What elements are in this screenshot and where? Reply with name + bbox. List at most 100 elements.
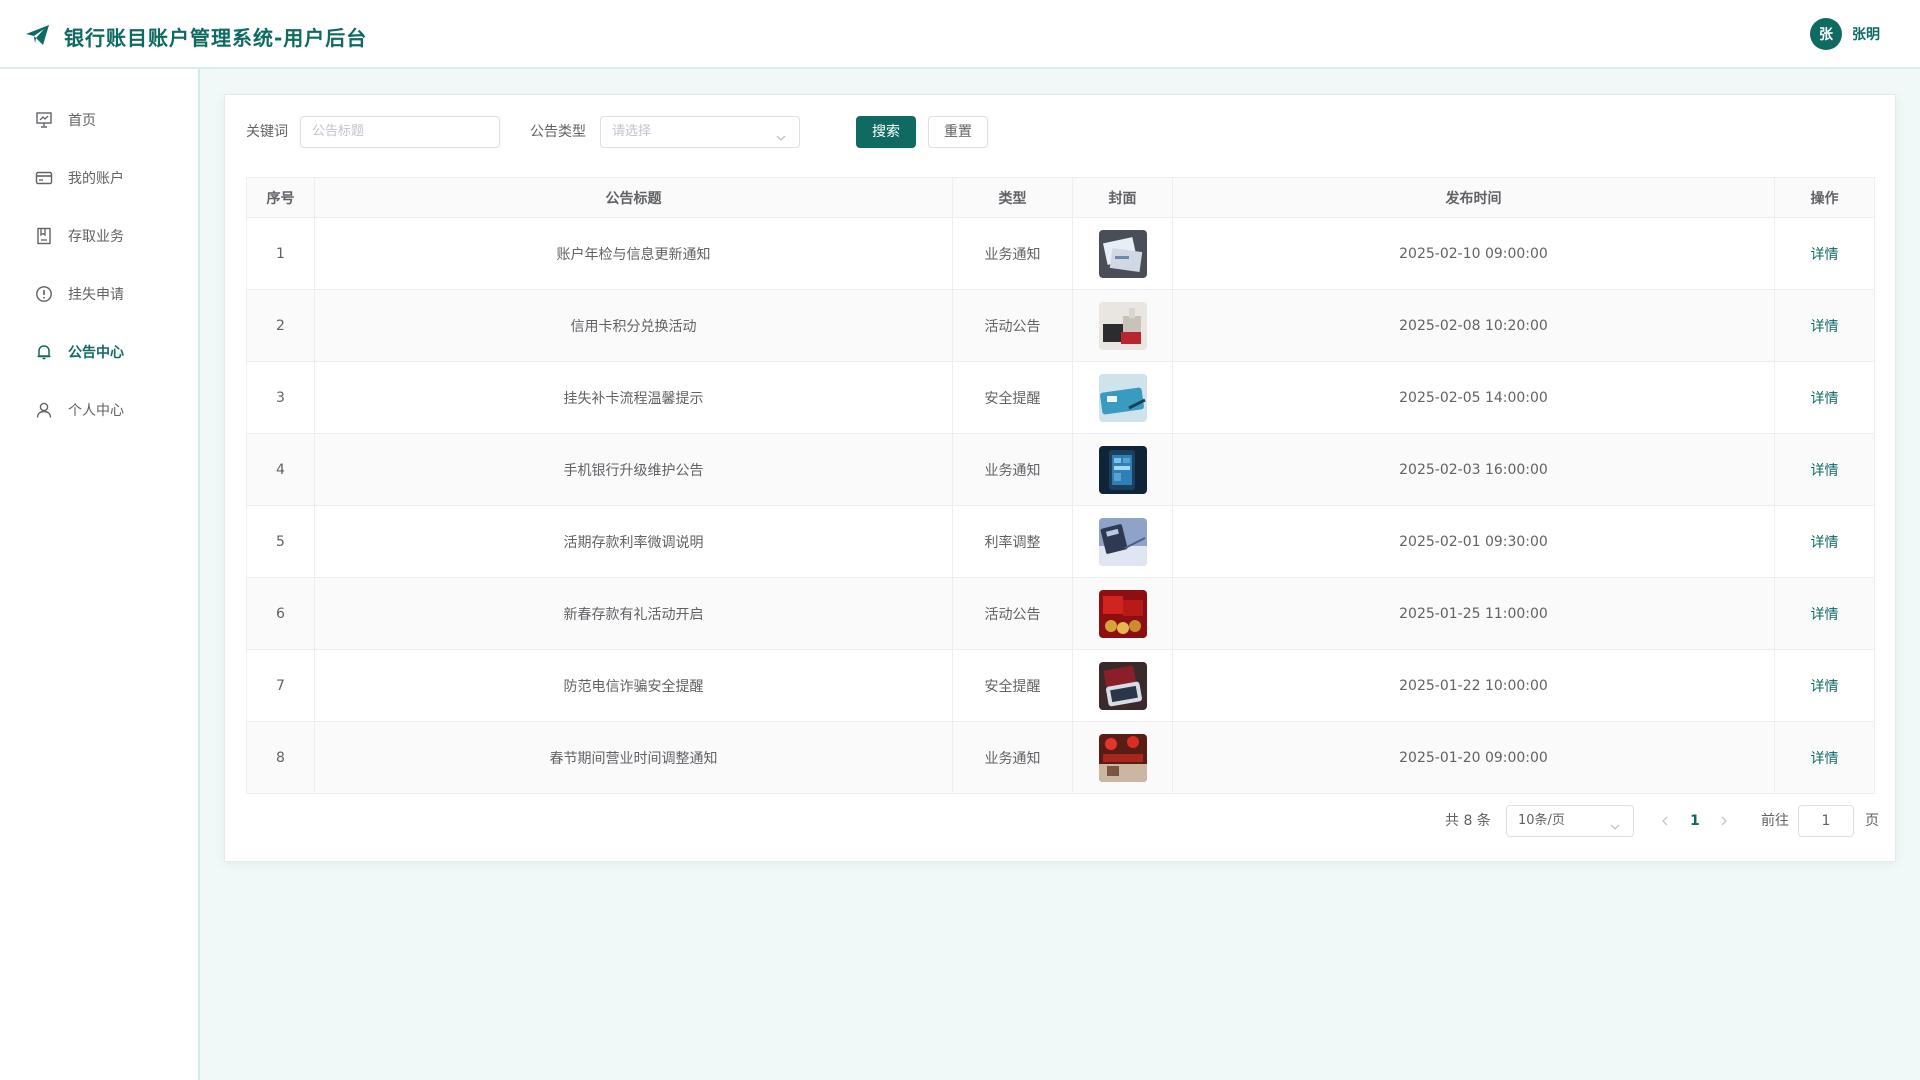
sidebar-item-loss-report[interactable]: 挂失申请 bbox=[0, 265, 198, 323]
user-name[interactable]: 张明 bbox=[1852, 24, 1880, 44]
sidebar-item-deposit-withdraw[interactable]: 存取业务 bbox=[0, 207, 198, 265]
sidebar: 首页 我的账户 存取业务 挂失申请 公告中心 个人中心 bbox=[0, 69, 200, 1080]
row-action-cell: 详情 bbox=[1774, 721, 1875, 794]
detail-link[interactable]: 详情 bbox=[1811, 391, 1839, 407]
cover-image[interactable] bbox=[1098, 517, 1147, 566]
row-action-cell: 详情 bbox=[1774, 505, 1875, 578]
row-type: 活动公告 bbox=[952, 577, 1073, 650]
table-row: 2 信用卡积分兑换活动 活动公告 2025-02-08 10:20:00 详情 bbox=[246, 289, 1875, 362]
table-row: 3 挂失补卡流程温馨提示 安全提醒 2025-02-05 14:00:00 详情 bbox=[246, 361, 1875, 434]
cover-image[interactable] bbox=[1098, 445, 1147, 494]
detail-link[interactable]: 详情 bbox=[1811, 247, 1839, 263]
row-action-cell: 详情 bbox=[1774, 217, 1875, 290]
sidebar-item-label: 首页 bbox=[68, 113, 96, 129]
header-index: 序号 bbox=[246, 177, 315, 218]
cover-image[interactable] bbox=[1098, 301, 1147, 350]
row-type: 利率调整 bbox=[952, 505, 1073, 578]
detail-link[interactable]: 详情 bbox=[1811, 679, 1839, 695]
search-button[interactable]: 搜索 bbox=[856, 116, 916, 148]
sidebar-item-label: 公告中心 bbox=[68, 345, 124, 361]
row-publish-time: 2025-01-20 09:00:00 bbox=[1172, 721, 1775, 794]
header-type: 类型 bbox=[952, 177, 1073, 218]
row-title: 春节期间营业时间调整通知 bbox=[314, 721, 953, 794]
row-action-cell: 详情 bbox=[1774, 361, 1875, 434]
table-row: 5 活期存款利率微调说明 利率调整 2025-02-01 09:30:00 详情 bbox=[246, 505, 1875, 578]
sidebar-item-announcements[interactable]: 公告中心 bbox=[0, 323, 198, 381]
sidebar-item-my-account[interactable]: 我的账户 bbox=[0, 149, 198, 207]
row-action-cell: 详情 bbox=[1774, 649, 1875, 722]
row-title: 活期存款利率微调说明 bbox=[314, 505, 953, 578]
cover-image[interactable] bbox=[1098, 373, 1147, 422]
row-action-cell: 详情 bbox=[1774, 433, 1875, 506]
row-index: 4 bbox=[246, 433, 315, 506]
presentation-icon bbox=[35, 111, 53, 129]
row-type: 业务通知 bbox=[952, 217, 1073, 290]
row-publish-time: 2025-02-05 14:00:00 bbox=[1172, 361, 1775, 434]
detail-link[interactable]: 详情 bbox=[1811, 535, 1839, 551]
detail-link[interactable]: 详情 bbox=[1811, 463, 1839, 479]
header-action: 操作 bbox=[1774, 177, 1875, 218]
type-select-placeholder: 请选择 bbox=[612, 124, 652, 139]
page-size-select[interactable]: 10条/页 bbox=[1506, 805, 1634, 837]
credit-card-icon bbox=[35, 169, 53, 187]
bookmark-book-icon bbox=[35, 227, 53, 245]
row-type: 活动公告 bbox=[952, 289, 1073, 362]
current-page-number[interactable]: 1 bbox=[1690, 805, 1700, 837]
row-index: 8 bbox=[246, 721, 315, 794]
row-cover-cell bbox=[1072, 649, 1173, 722]
header-publish-time: 发布时间 bbox=[1172, 177, 1775, 218]
cover-image[interactable] bbox=[1098, 661, 1147, 710]
row-cover-cell bbox=[1072, 577, 1173, 650]
prev-page-button[interactable] bbox=[1659, 815, 1671, 827]
detail-link[interactable]: 详情 bbox=[1811, 607, 1839, 623]
chevron-down-icon bbox=[775, 126, 787, 141]
type-select[interactable]: 请选择 bbox=[600, 116, 800, 148]
table-row: 7 防范电信诈骗安全提醒 安全提醒 2025-01-22 10:00:00 详情 bbox=[246, 649, 1875, 722]
row-action-cell: 详情 bbox=[1774, 289, 1875, 362]
detail-link[interactable]: 详情 bbox=[1811, 751, 1839, 767]
row-type: 业务通知 bbox=[952, 721, 1073, 794]
row-title: 账户年检与信息更新通知 bbox=[314, 217, 953, 290]
detail-link[interactable]: 详情 bbox=[1811, 319, 1839, 335]
table-row: 8 春节期间营业时间调整通知 业务通知 2025-01-20 09:00:00 … bbox=[246, 721, 1875, 794]
keyword-input[interactable]: 公告标题 bbox=[300, 116, 500, 148]
row-index: 6 bbox=[246, 577, 315, 650]
table-row: 6 新春存款有礼活动开启 活动公告 2025-01-25 11:00:00 详情 bbox=[246, 577, 1875, 650]
row-index: 1 bbox=[246, 217, 315, 290]
row-publish-time: 2025-02-03 16:00:00 bbox=[1172, 433, 1775, 506]
sidebar-item-home[interactable]: 首页 bbox=[0, 91, 198, 149]
goto-page-input[interactable]: 1 bbox=[1798, 805, 1854, 837]
row-action-cell: 详情 bbox=[1774, 577, 1875, 650]
user-icon bbox=[35, 401, 53, 419]
table-row: 1 账户年检与信息更新通知 业务通知 2025-02-10 09:00:00 详… bbox=[246, 217, 1875, 290]
app-title: 银行账目账户管理系统-用户后台 bbox=[64, 26, 368, 50]
cover-image[interactable] bbox=[1098, 229, 1147, 278]
warning-circle-icon bbox=[35, 285, 53, 303]
row-cover-cell bbox=[1072, 217, 1173, 290]
keyword-label: 关键词 bbox=[246, 124, 288, 140]
header-title: 公告标题 bbox=[314, 177, 953, 218]
header-cover: 封面 bbox=[1072, 177, 1173, 218]
row-publish-time: 2025-02-10 09:00:00 bbox=[1172, 217, 1775, 290]
row-cover-cell bbox=[1072, 721, 1173, 794]
row-title: 信用卡积分兑换活动 bbox=[314, 289, 953, 362]
user-menu[interactable]: 张 张明 bbox=[1810, 18, 1880, 50]
cover-image[interactable] bbox=[1098, 733, 1147, 782]
next-page-button[interactable] bbox=[1718, 815, 1730, 827]
row-title: 新春存款有礼活动开启 bbox=[314, 577, 953, 650]
row-publish-time: 2025-02-01 09:30:00 bbox=[1172, 505, 1775, 578]
chevron-down-icon bbox=[1609, 815, 1621, 830]
chevron-left-icon bbox=[1662, 816, 1668, 826]
row-type: 业务通知 bbox=[952, 433, 1073, 506]
page-suffix-label: 页 bbox=[1865, 813, 1879, 829]
row-publish-time: 2025-01-25 11:00:00 bbox=[1172, 577, 1775, 650]
row-publish-time: 2025-01-22 10:00:00 bbox=[1172, 649, 1775, 722]
avatar[interactable]: 张 bbox=[1810, 18, 1842, 50]
cover-image[interactable] bbox=[1098, 589, 1147, 638]
bell-icon bbox=[35, 343, 53, 361]
reset-button[interactable]: 重置 bbox=[928, 116, 988, 148]
goto-label: 前往 bbox=[1761, 813, 1789, 829]
row-title: 防范电信诈骗安全提醒 bbox=[314, 649, 953, 722]
sidebar-item-profile[interactable]: 个人中心 bbox=[0, 381, 198, 439]
sidebar-item-label: 挂失申请 bbox=[68, 287, 124, 303]
